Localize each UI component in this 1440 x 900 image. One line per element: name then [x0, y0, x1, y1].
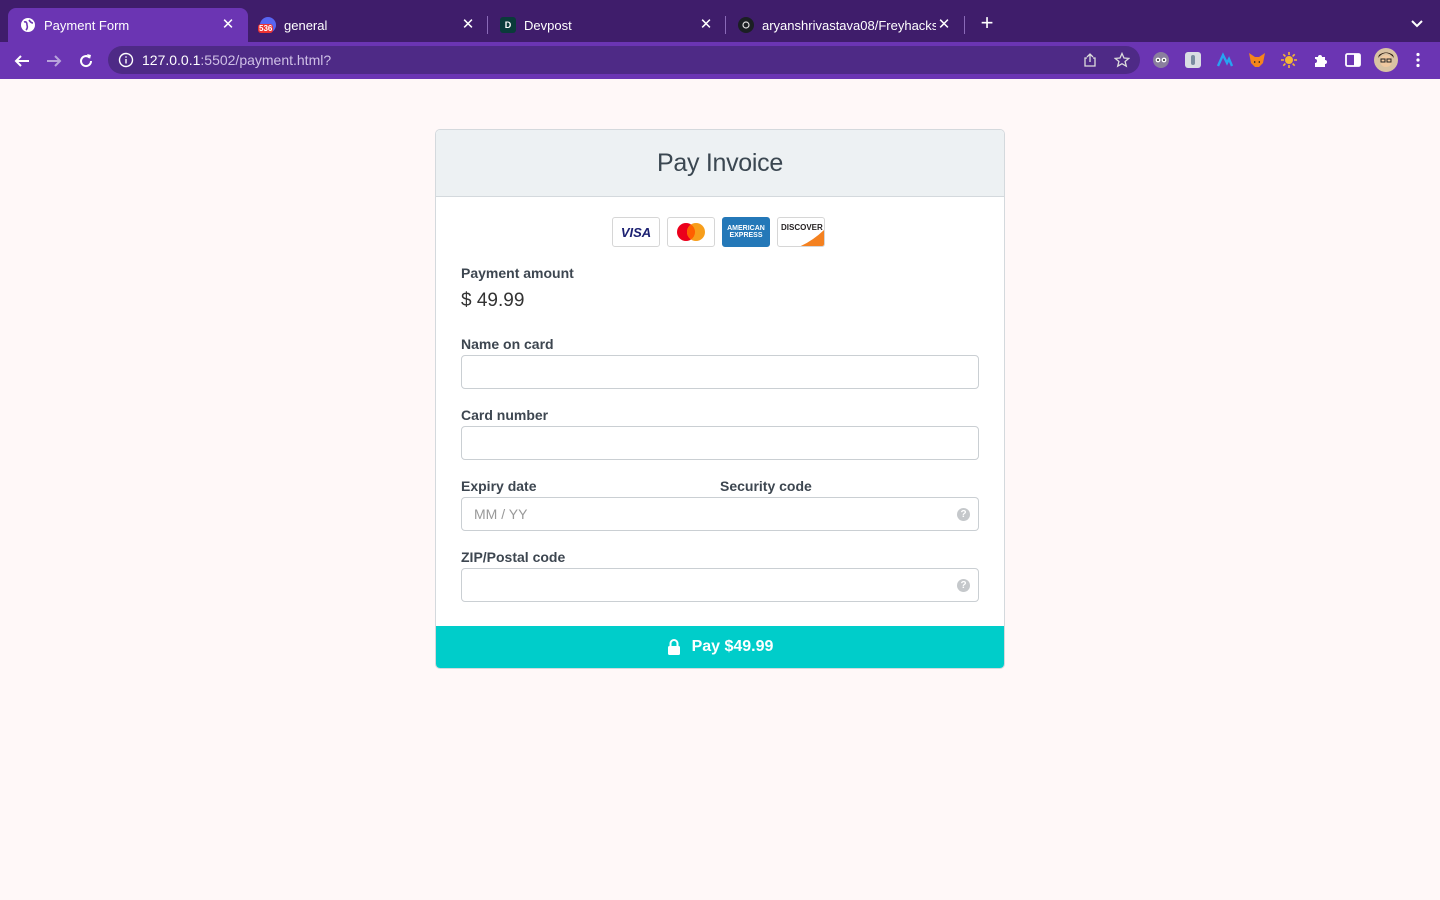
metamask-fox-icon[interactable]	[1248, 51, 1266, 69]
mastercard-logo-icon	[667, 217, 715, 247]
extension-wave-icon[interactable]	[1216, 51, 1234, 69]
url-host: 127.0.0.1	[142, 52, 201, 68]
close-tab-icon[interactable]: ✕	[220, 17, 236, 33]
visa-logo-icon: VISA	[612, 217, 660, 247]
reload-button[interactable]	[75, 50, 97, 72]
tab-strip: Payment Form ✕ 536 general ✕ D Devpost ✕…	[0, 0, 1440, 42]
expiry-placeholder: MM / YY	[474, 506, 528, 522]
card-logos: VISA AMERICAN EXPRESS DISCOVER	[612, 217, 825, 247]
share-icon[interactable]	[1081, 51, 1099, 69]
name-on-card-field[interactable]	[461, 355, 979, 389]
extension-hand-icon[interactable]	[1184, 51, 1202, 69]
help-icon[interactable]: ?	[957, 508, 970, 521]
zip-code-label: ZIP/Postal code	[461, 549, 566, 565]
tab-title: Payment Form	[44, 17, 130, 33]
side-panel-icon[interactable]	[1344, 51, 1362, 69]
pay-button[interactable]: Pay $49.99	[436, 626, 1004, 668]
name-on-card-label: Name on card	[461, 336, 554, 352]
info-icon[interactable]	[118, 52, 134, 68]
arrow-right-icon	[47, 55, 62, 67]
card-number-label: Card number	[461, 407, 549, 423]
close-tab-icon[interactable]: ✕	[698, 17, 714, 33]
discover-logo-icon: DISCOVER	[777, 217, 825, 247]
url-text: 127.0.0.1:5502/payment.html?	[142, 52, 331, 68]
address-bar[interactable]: 127.0.0.1:5502/payment.html?	[108, 46, 1140, 74]
puzzle-extensions-icon[interactable]	[1312, 51, 1330, 69]
chevron-down-icon[interactable]	[1408, 14, 1426, 32]
expiry-date-field[interactable]: MM / YY	[461, 497, 721, 531]
notification-badge: 536	[258, 24, 274, 33]
tab-payment-form[interactable]: Payment Form ✕	[8, 8, 248, 42]
profile-avatar[interactable]	[1374, 48, 1398, 72]
card-header: Pay Invoice	[436, 130, 1004, 197]
tab-separator	[964, 16, 965, 34]
tab-title: general	[284, 17, 328, 33]
browser-toolbar: 127.0.0.1:5502/payment.html?	[0, 42, 1440, 79]
tab-title: Devpost	[524, 17, 572, 33]
github-icon	[738, 17, 754, 33]
page-title: Pay Invoice	[657, 149, 783, 177]
zip-code-field[interactable]: ?	[461, 568, 979, 602]
security-code-field[interactable]: ?	[720, 497, 979, 531]
close-tab-icon[interactable]: ✕	[460, 17, 476, 33]
discord-icon: 536	[258, 17, 276, 33]
arrow-left-icon	[14, 55, 29, 67]
tab-general[interactable]: 536 general ✕	[248, 8, 488, 42]
payment-card: Pay Invoice VISA AMERICAN EXPRESS DISCOV…	[435, 129, 1005, 669]
expiry-date-label: Expiry date	[461, 478, 537, 494]
devpost-icon: D	[500, 17, 516, 33]
help-icon[interactable]: ?	[957, 579, 970, 592]
tab-devpost[interactable]: D Devpost ✕	[488, 8, 726, 42]
back-button[interactable]	[11, 50, 33, 72]
tab-github[interactable]: aryanshrivastava08/Freyhacks ✕	[726, 8, 964, 42]
lock-icon	[667, 639, 681, 655]
tab-title: aryanshrivastava08/Freyhacks	[762, 17, 936, 33]
extension-owl-icon[interactable]	[1152, 51, 1170, 69]
amount-label: Payment amount	[461, 265, 574, 281]
reload-icon	[80, 54, 93, 68]
amex-logo-icon: AMERICAN EXPRESS	[722, 217, 770, 247]
url-path: :5502/payment.html?	[200, 52, 332, 68]
forward-button[interactable]	[43, 50, 65, 72]
extension-sun-icon[interactable]	[1280, 51, 1298, 69]
close-tab-icon[interactable]: ✕	[936, 17, 952, 33]
globe-icon	[20, 17, 36, 33]
new-tab-button[interactable]: +	[976, 12, 998, 34]
pay-button-label: Pay $49.99	[691, 638, 774, 655]
security-code-label: Security code	[720, 478, 812, 494]
payment-amount: $ 49.99	[461, 290, 525, 311]
card-number-field[interactable]	[461, 426, 979, 460]
star-icon[interactable]	[1113, 51, 1131, 69]
kebab-menu-icon[interactable]	[1409, 51, 1427, 69]
